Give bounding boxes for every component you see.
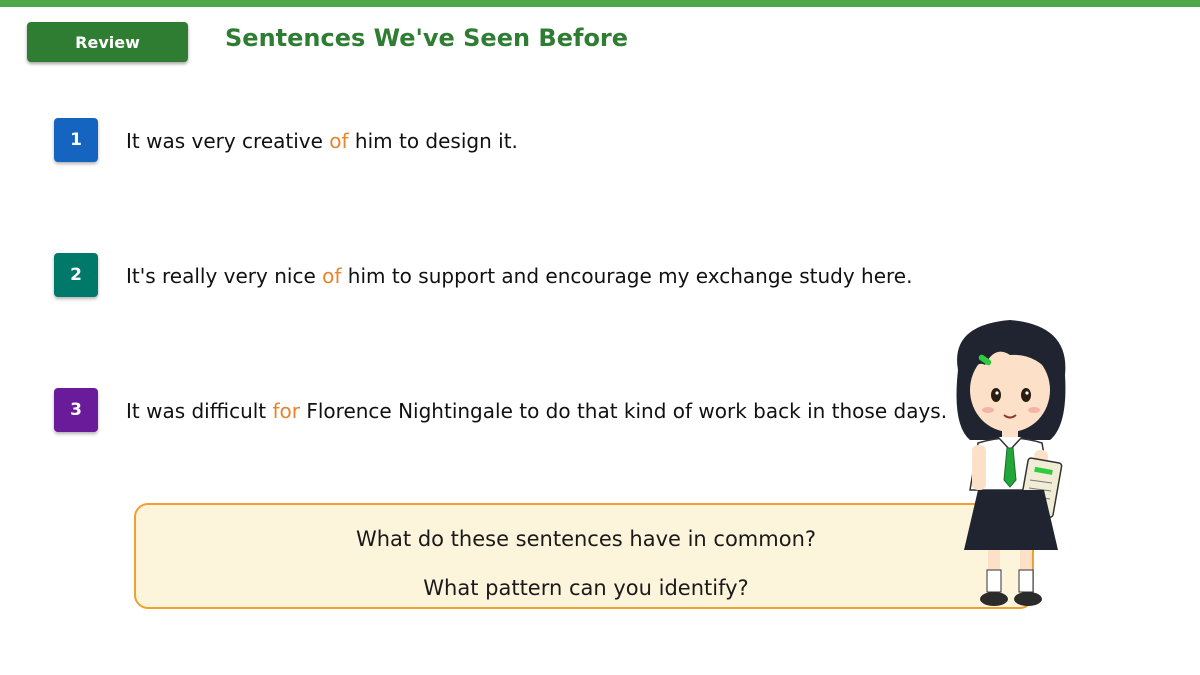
top-accent-bar [0, 0, 1200, 7]
sentence-3: It was difficult for Florence Nightingal… [126, 398, 947, 424]
number-badge-3: 3 [54, 388, 98, 432]
sentence-2-after: him to support and encourage my exchange… [341, 264, 913, 288]
sentence-3-preposition: for [272, 399, 301, 423]
question-line-2: What pattern can you identify? [423, 576, 749, 600]
sentence-2: It's really very nice of him to support … [126, 263, 912, 289]
sentence-1-after: him to design it. [348, 129, 518, 153]
student-girl-holding-book-icon [956, 320, 1066, 606]
question-box: What do these sentences have in common? … [134, 503, 1034, 609]
slide-title: Sentences We've Seen Before [225, 24, 629, 52]
sentence-2-before: It's really very nice [126, 264, 323, 288]
sentence-2-preposition: of [322, 264, 342, 288]
sentence-1: It was very creative of him to design it… [126, 128, 518, 154]
number-badge-2: 2 [54, 253, 98, 297]
review-badge: Review [27, 22, 188, 62]
sentence-1-before: It was very creative [126, 129, 330, 153]
question-line-1: What do these sentences have in common? [355, 527, 817, 551]
number-badge-1: 1 [54, 118, 98, 162]
sentence-1-preposition: of [329, 129, 349, 153]
sentence-3-after: Florence Nightingale to do that kind of … [300, 399, 948, 423]
sentence-3-before: It was difficult [126, 399, 273, 423]
